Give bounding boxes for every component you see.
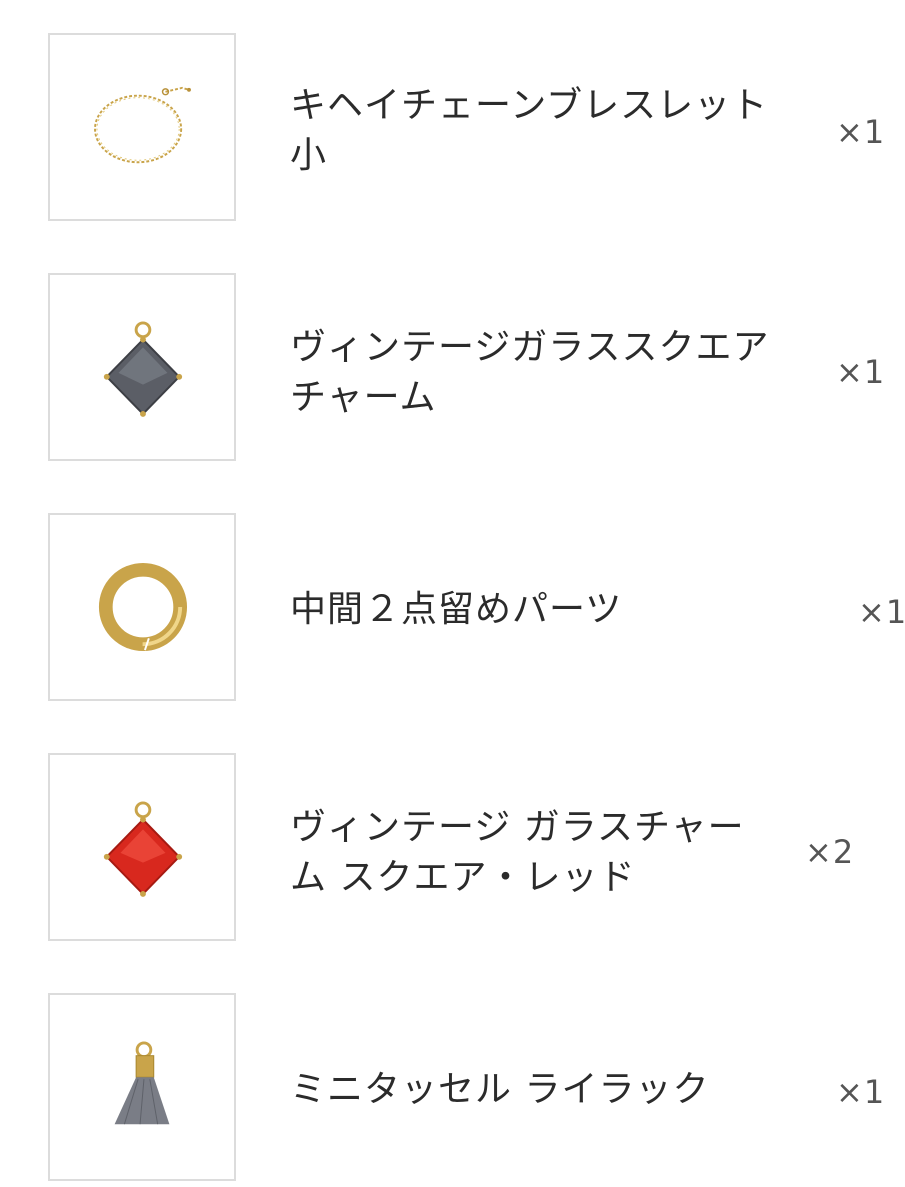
- chain-bracelet-image: [94, 86, 191, 164]
- product-thumbnail[interactable]: [48, 33, 236, 221]
- product-thumbnail[interactable]: [48, 993, 236, 1181]
- list-item[interactable]: ヴィンテージ ガラスチャーム スクエア・レッド ×2 ⋮: [0, 753, 905, 945]
- list-item[interactable]: キヘイチェーンブレスレット小 ×1: [0, 33, 905, 225]
- item-name: ミニタッセル ライラック: [290, 1069, 710, 1110]
- item-quantity: ×1: [836, 1073, 886, 1111]
- item-name: ヴィンテージ ガラスチャーム スクエア・レッド: [290, 807, 745, 898]
- list-item[interactable]: 中間２点留めパーツ ×1: [0, 513, 905, 705]
- product-thumbnail[interactable]: [48, 513, 236, 701]
- item-name: 中間２点留めパーツ: [290, 589, 623, 630]
- truncated-edge-icon: ⋮: [900, 835, 905, 859]
- item-name: ヴィンテージガラススクエアチャーム: [290, 327, 770, 418]
- tassel-image: [114, 1041, 170, 1125]
- item-quantity: ×1: [858, 593, 905, 631]
- item-quantity: ×1: [836, 353, 886, 391]
- item-name: キヘイチェーンブレスレット小: [290, 85, 769, 176]
- item-quantity: ×1: [836, 113, 886, 151]
- jump-ring-image: [98, 562, 188, 652]
- list-item[interactable]: ミニタッセル ライラック ×1: [0, 993, 905, 1185]
- product-thumbnail[interactable]: [48, 273, 236, 461]
- grey-square-charm-image: [103, 321, 183, 417]
- list-item[interactable]: ヴィンテージガラススクエアチャーム ×1: [0, 273, 905, 465]
- item-quantity: ×2: [805, 833, 855, 871]
- product-thumbnail[interactable]: [48, 753, 236, 941]
- red-square-charm-image: [103, 801, 183, 897]
